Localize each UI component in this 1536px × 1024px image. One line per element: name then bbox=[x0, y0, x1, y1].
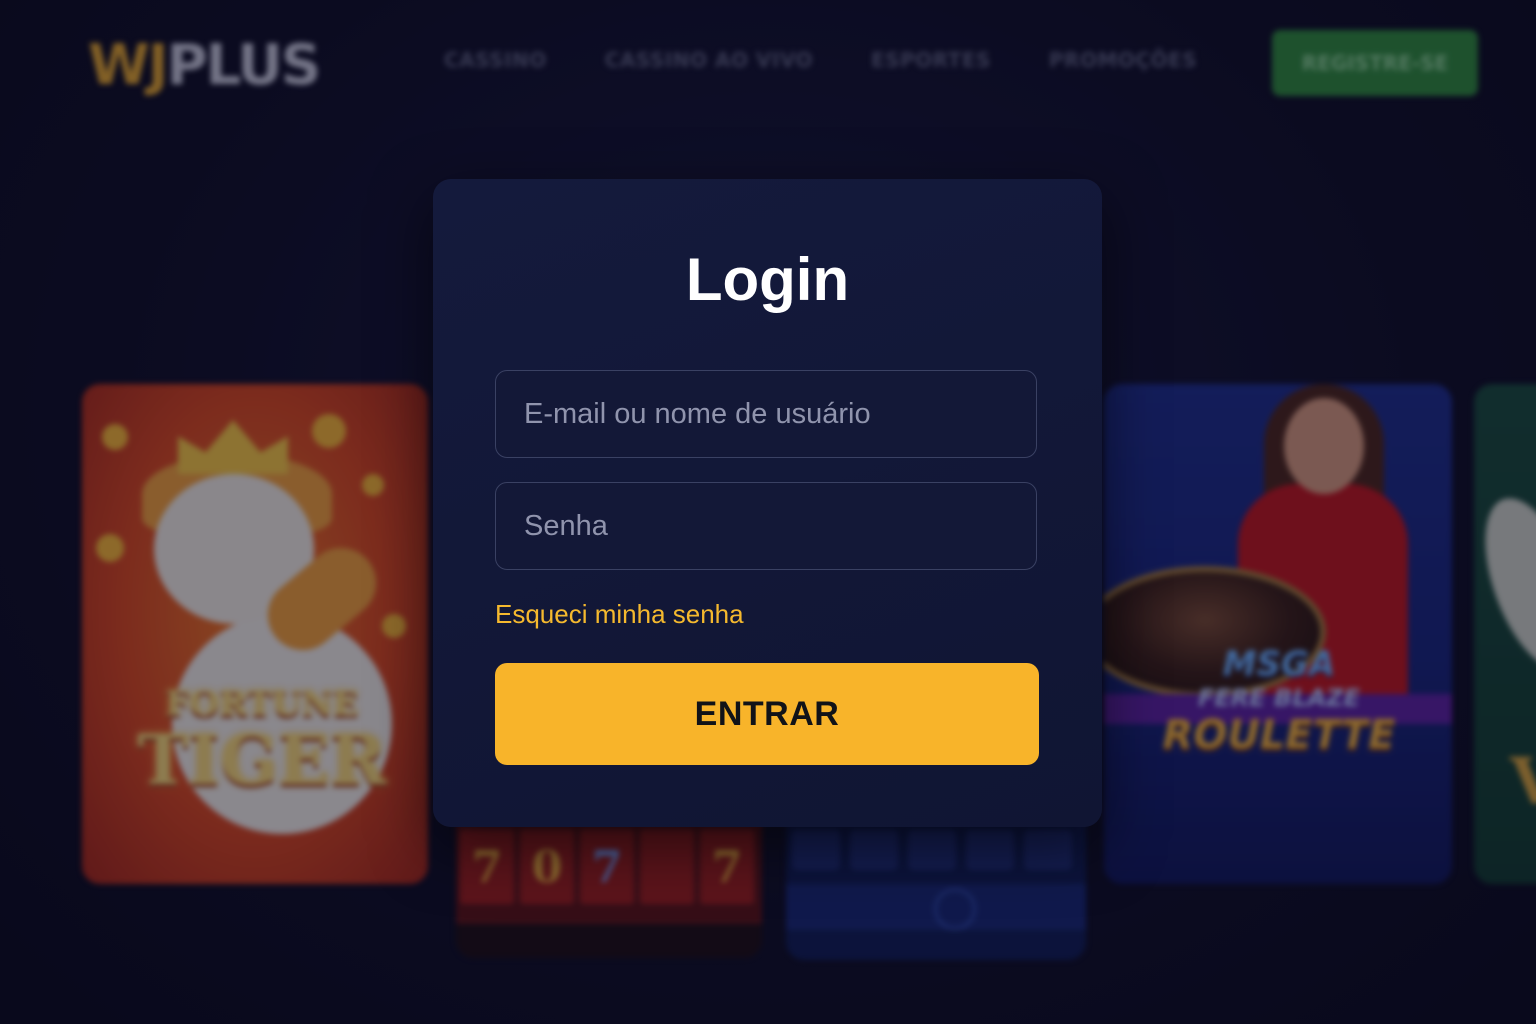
password-field[interactable] bbox=[495, 482, 1037, 570]
email-field[interactable] bbox=[495, 370, 1037, 458]
login-submit-button[interactable]: ENTRAR bbox=[495, 663, 1039, 765]
login-title: Login bbox=[685, 246, 850, 313]
page: WJPLUS CASSINO CASSINO AO VIVO ESPORTES … bbox=[0, 0, 1536, 1024]
forgot-password-link[interactable]: Esqueci minha senha bbox=[495, 596, 744, 632]
login-modal: Login Esqueci minha senha ENTRAR bbox=[433, 179, 1102, 827]
